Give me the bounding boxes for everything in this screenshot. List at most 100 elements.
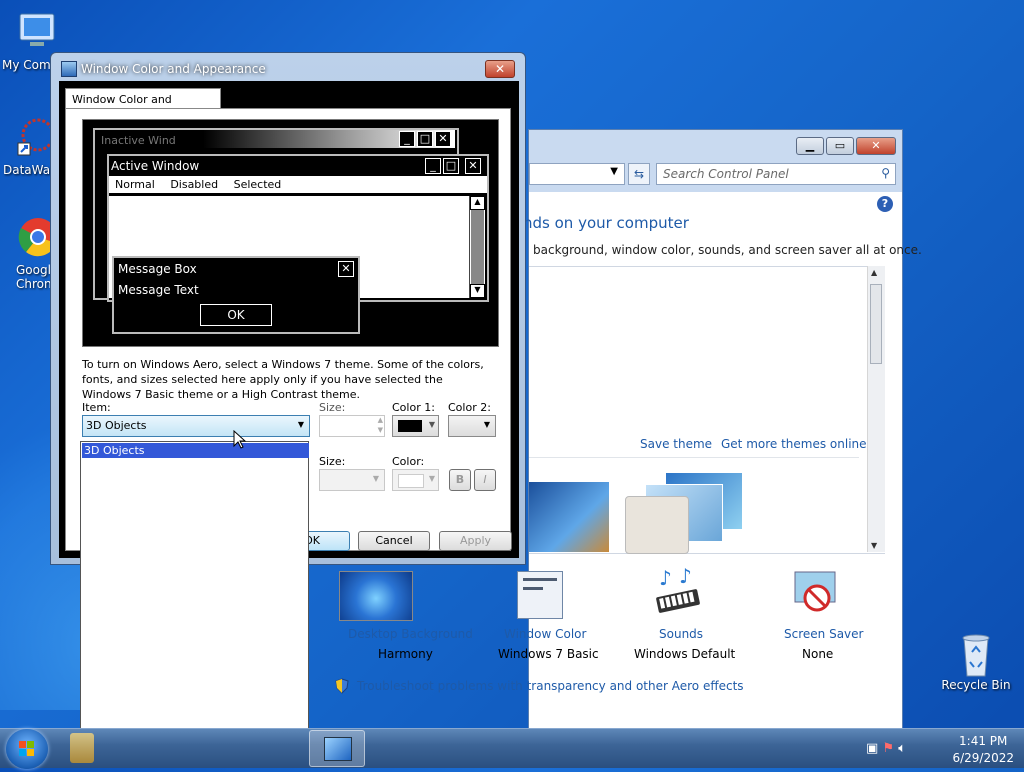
scroll-up-icon[interactable]: ▲: [871, 268, 877, 277]
search-placeholder: Search Control Panel: [663, 167, 789, 181]
spinner-down-icon[interactable]: ▼: [378, 426, 383, 434]
window-color-label[interactable]: Window Color: [504, 627, 586, 641]
font-color-swatch: [398, 474, 424, 488]
windows-logo-icon: [19, 741, 34, 756]
italic-button[interactable]: I: [474, 469, 496, 491]
control-panel-content: ? nds on your computer background, windo…: [335, 192, 922, 728]
size-spinner[interactable]: ▲ ▼: [319, 415, 385, 437]
window-color-value: Windows 7 Basic: [498, 647, 599, 661]
preview-menu-bar: Normal Disabled Selected: [109, 176, 487, 193]
maximize-icon: □: [443, 158, 459, 174]
chevron-down-icon: ▼: [297, 420, 304, 429]
preview-scrollbar: ▲ ▼: [469, 196, 485, 298]
description-text: To turn on Windows Aero, select a Window…: [82, 358, 484, 401]
item-select[interactable]: 3D Objects ▼: [82, 415, 310, 437]
help-icon[interactable]: ?: [877, 196, 893, 212]
tab-window-color-appearance[interactable]: Window Color and Appearance: [65, 88, 221, 119]
item-select-value: 3D Objects: [86, 419, 147, 432]
active-title: Active Window: [111, 159, 200, 173]
taskbar: ▣ ⚑ 🔈︎ 1:41 PM 6/29/2022: [0, 728, 1024, 769]
desktop-icon-recycle-bin[interactable]: Recycle Bin: [936, 630, 1016, 692]
scroll-thumb[interactable]: [870, 284, 882, 364]
menu-disabled: Disabled: [170, 178, 219, 191]
item-dropdown-list[interactable]: 3D Objects: [80, 441, 309, 758]
menu-normal: Normal: [115, 178, 155, 191]
cancel-button[interactable]: Cancel: [358, 531, 430, 551]
theme-thumbnail[interactable]: [529, 482, 609, 552]
theme-list[interactable]: Save theme Get more themes online: [529, 266, 885, 554]
dropdown-option[interactable]: 3D Objects: [82, 443, 309, 458]
sounds-icon: ♪ ♪: [653, 564, 703, 619]
color1-picker[interactable]: ▼: [392, 415, 439, 437]
screen-saver-label[interactable]: Screen Saver: [784, 627, 863, 641]
network-icon[interactable]: ▣: [866, 741, 878, 756]
clock-date: 6/29/2022: [952, 751, 1014, 765]
display-settings-icon: [324, 737, 352, 761]
chevron-down-icon: ▼: [428, 420, 435, 429]
save-theme-link[interactable]: Save theme: [640, 437, 712, 451]
taskbar-app-active[interactable]: [309, 730, 365, 767]
message-box-ok: OK: [200, 304, 272, 326]
search-icon: ⚲: [881, 166, 890, 180]
page-heading: nds on your computer: [523, 214, 689, 232]
theme-thumbnail[interactable]: [625, 472, 745, 554]
maximize-icon: □: [417, 131, 433, 147]
clock-time: 1:41 PM: [959, 734, 1008, 748]
control-panel-window: ▁ ▭ ✕ ▼ ⇆ Search Control Panel ⚲ ? nds o…: [335, 129, 922, 729]
size-label: Size:: [319, 401, 346, 414]
desktop-icon-label: Recycle Bin: [941, 678, 1011, 692]
chevron-down-icon[interactable]: ▼: [610, 166, 618, 177]
chevron-down-icon: ▼: [483, 420, 490, 429]
close-icon: ✕: [465, 158, 481, 174]
shield-icon: [335, 678, 349, 694]
desktop-background-icon: [339, 571, 413, 621]
desktop-background-value: Harmony: [378, 647, 433, 661]
page-subtitle: background, window color, sounds, and sc…: [533, 243, 922, 257]
minimize-button[interactable]: ▁: [796, 137, 824, 155]
refresh-icon[interactable]: ⇆: [628, 163, 650, 185]
chevron-down-icon: ▼: [372, 474, 379, 483]
search-input[interactable]: Search Control Panel ⚲: [656, 163, 896, 185]
taskbar-app-explorer[interactable]: [70, 733, 94, 763]
chevron-down-icon: ▼: [428, 474, 435, 483]
clock[interactable]: 1:41 PM 6/29/2022: [952, 734, 1014, 765]
troubleshoot-link[interactable]: Troubleshoot problems with transparency …: [357, 679, 744, 693]
mouse-cursor: [233, 429, 247, 453]
sounds-label[interactable]: Sounds: [659, 627, 703, 641]
scroll-down-icon[interactable]: ▼: [871, 541, 877, 550]
minimize-icon: _: [425, 158, 441, 174]
scrollbar[interactable]: ▲ ▼: [867, 266, 885, 552]
screen-saver-icon: [791, 570, 841, 618]
color2-picker[interactable]: ▼: [448, 415, 496, 437]
menu-selected: Selected: [233, 178, 282, 191]
bold-button[interactable]: B: [449, 469, 471, 491]
font-color-picker[interactable]: ▼: [392, 469, 439, 491]
item-label: Item:: [82, 401, 111, 414]
volume-icon[interactable]: 🔈︎: [898, 741, 906, 756]
apply-button[interactable]: Apply: [439, 531, 512, 551]
appearance-preview: Inactive Wind _ □ ✕ Active Window _ □ ✕ …: [82, 119, 499, 347]
get-more-themes-link[interactable]: Get more themes online: [721, 437, 867, 451]
minimize-icon: _: [399, 131, 415, 147]
spinner-up-icon[interactable]: ▲: [378, 416, 383, 424]
maximize-button[interactable]: ▭: [826, 137, 854, 155]
message-box-preview: Message Box ✕ Message Text OK: [112, 256, 360, 334]
font-size-select[interactable]: ▼: [319, 469, 385, 491]
close-icon: ✕: [435, 131, 451, 147]
close-button[interactable]: ✕: [485, 60, 515, 78]
screen-saver-value: None: [802, 647, 834, 661]
message-box-text: Message Text: [118, 283, 199, 297]
action-center-icon[interactable]: ⚑: [882, 741, 894, 756]
desktop-background-item[interactable]: [316, 571, 436, 621]
start-button[interactable]: [6, 729, 48, 769]
message-box-title: Message Box: [118, 262, 197, 276]
tray-icons[interactable]: ▣ ⚑ 🔈︎: [866, 741, 906, 756]
dialog-title: Window Color and Appearance: [81, 62, 266, 76]
address-bar[interactable]: ▼: [529, 163, 625, 185]
close-button[interactable]: ✕: [856, 137, 896, 155]
computer-icon: [16, 10, 60, 54]
desktop-background-label[interactable]: Desktop Background: [348, 627, 473, 641]
svg-text:♪: ♪: [679, 567, 692, 588]
font-size-label: Size:: [319, 455, 346, 468]
color2-label: Color 2:: [448, 401, 491, 414]
